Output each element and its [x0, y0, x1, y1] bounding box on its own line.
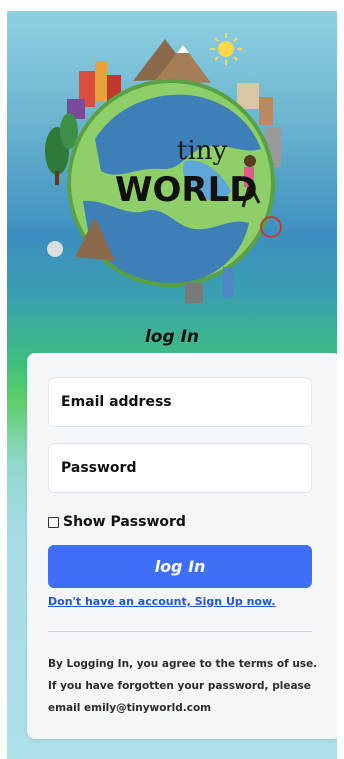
password-field-placeholder: Password — [61, 460, 137, 476]
email-field[interactable]: Email address — [48, 377, 312, 427]
terms-text: By Logging In, you agree to the terms of… — [48, 653, 318, 719]
terms-line-3: email emily@tinyworld.com — [48, 702, 212, 714]
password-field[interactable]: Password — [48, 443, 312, 493]
login-card: Email address Password Show Password log… — [27, 353, 337, 739]
app-screen: tiny WORLD log In Email address Password… — [7, 11, 337, 759]
mountains-icon — [133, 39, 211, 83]
signup-link[interactable]: Don't have an account, Sign Up now. — [48, 595, 276, 608]
login-button[interactable]: log In — [48, 545, 312, 588]
terms-line-1: By Logging In, you agree to the terms of… — [48, 658, 318, 670]
divider — [48, 631, 312, 632]
show-password-label: Show Password — [63, 514, 186, 530]
email-field-placeholder: Email address — [61, 394, 172, 410]
tiny-world-hero-illustration: tiny WORLD — [45, 33, 282, 303]
page-title: log In — [144, 327, 200, 347]
show-password-toggle[interactable]: Show Password — [48, 514, 186, 530]
show-password-checkbox[interactable] — [48, 516, 59, 528]
logo-word-world: WORLD — [115, 170, 257, 210]
terms-line-2: If you have forgotten your password, ple… — [48, 680, 311, 692]
sun-icon — [210, 33, 242, 65]
logo-word-tiny: tiny — [177, 136, 228, 166]
